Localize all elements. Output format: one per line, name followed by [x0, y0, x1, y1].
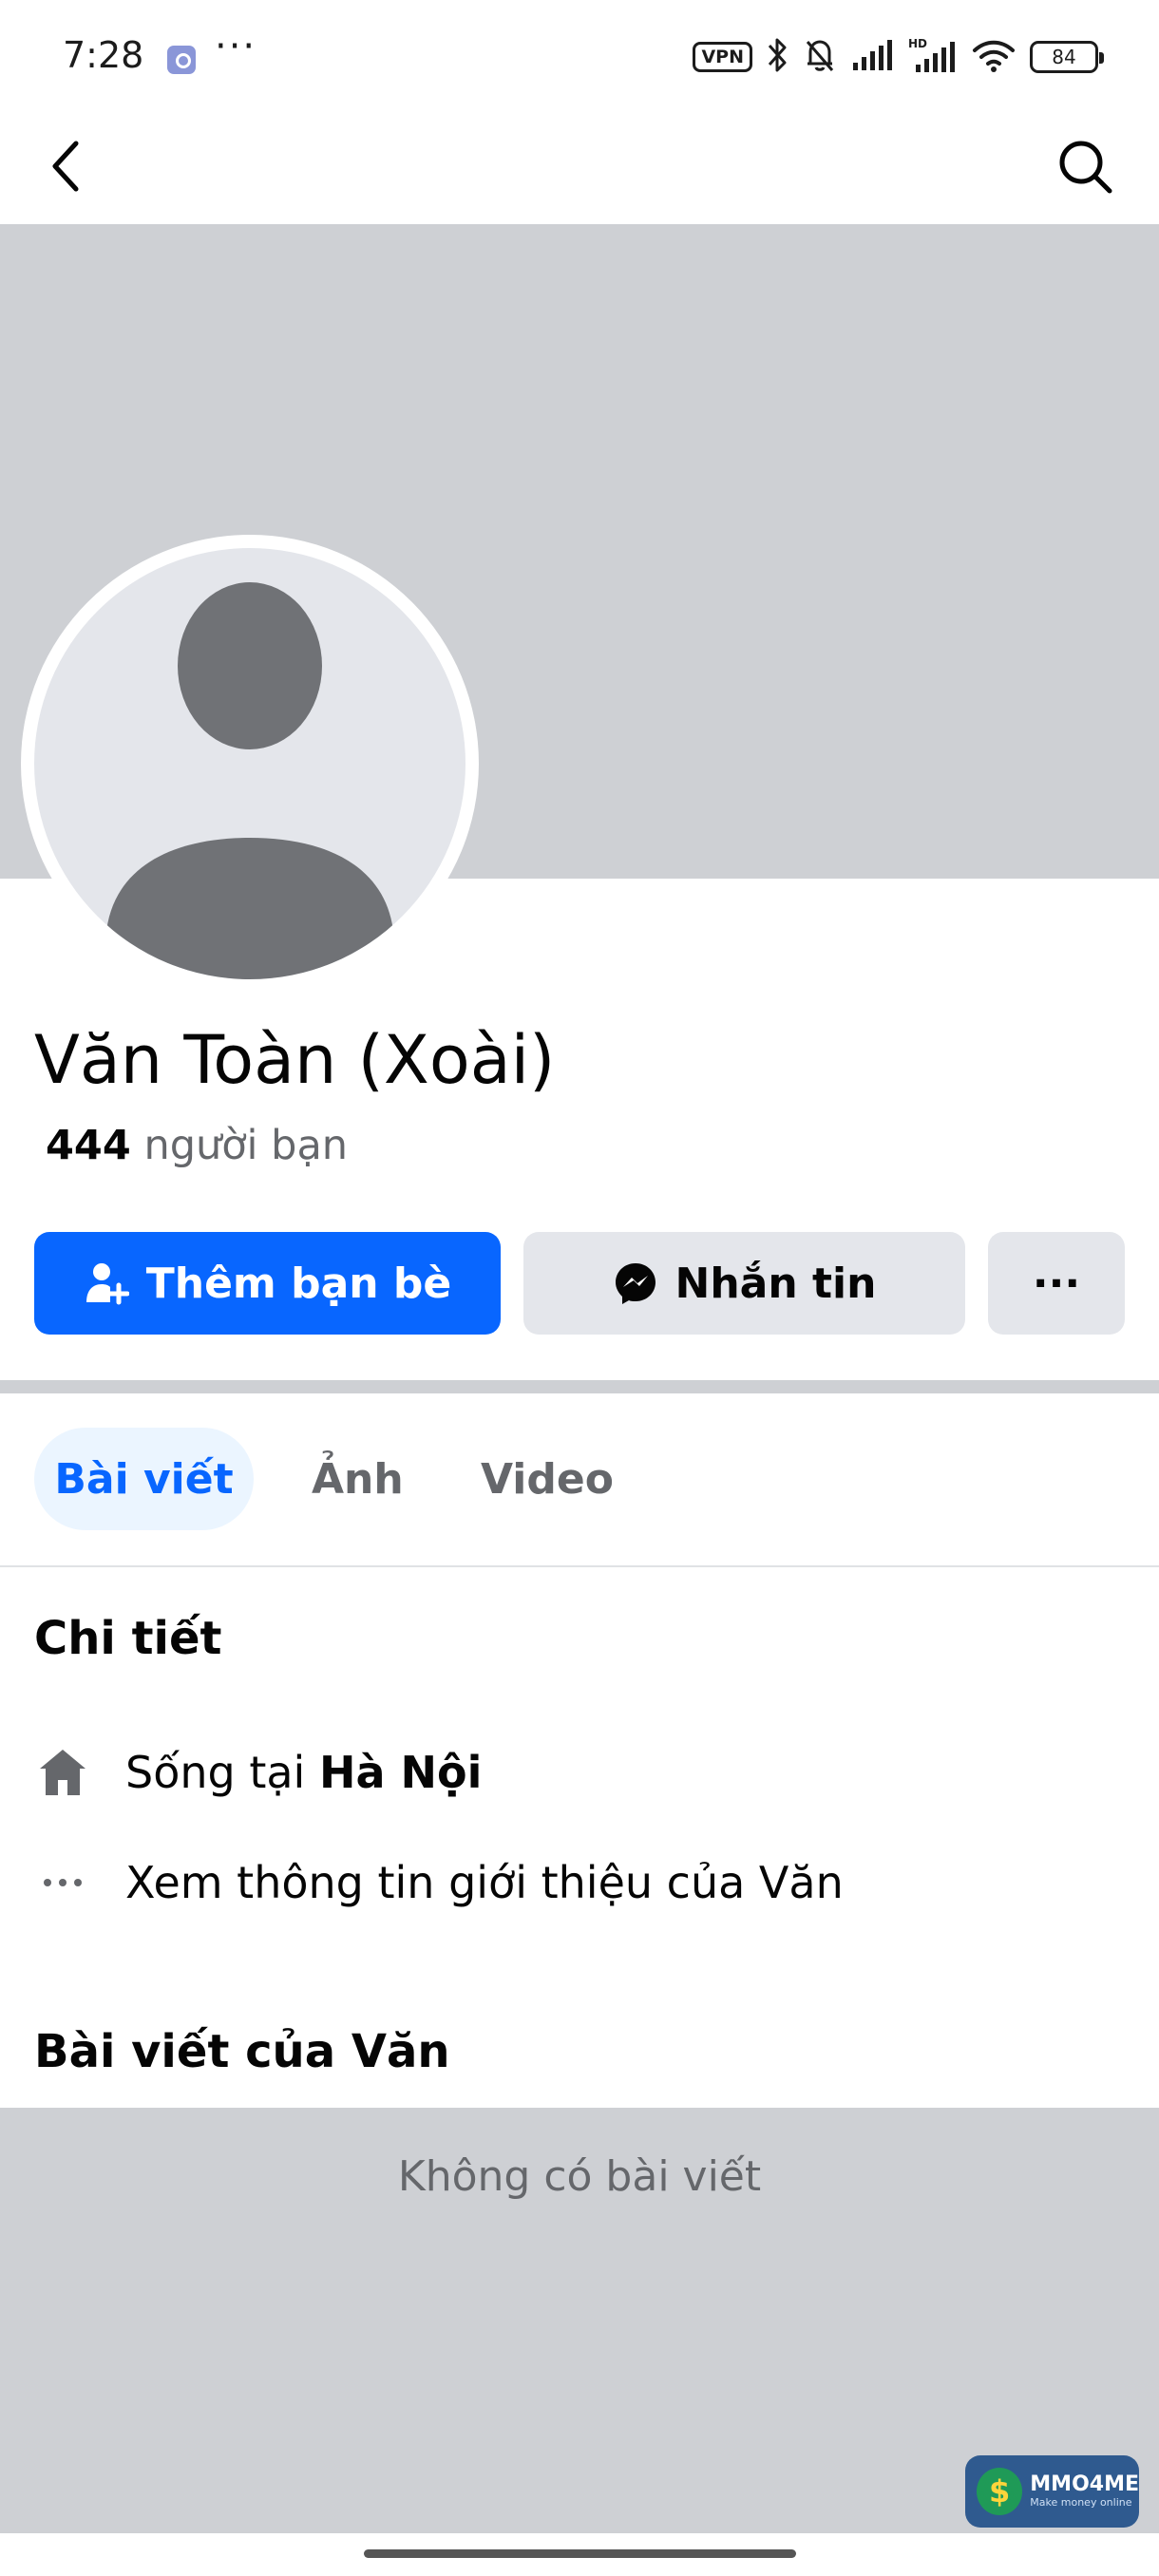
- search-icon: [1059, 141, 1112, 194]
- hd-signal-icon: HD: [908, 36, 958, 78]
- status-icons: VPN HD 84: [693, 36, 1104, 78]
- search-button[interactable]: [1049, 129, 1121, 203]
- status-overflow-icon: ···: [215, 25, 257, 68]
- wifi-icon: [971, 37, 1016, 77]
- messenger-icon: [615, 1263, 656, 1304]
- tab-posts[interactable]: Bài viết: [34, 1428, 254, 1530]
- back-button[interactable]: [38, 129, 95, 203]
- more-horizontal-icon: [34, 1854, 91, 1911]
- message-label: Nhắn tin: [674, 1259, 877, 1308]
- more-options-button[interactable]: ···: [988, 1232, 1125, 1335]
- tab-videos[interactable]: Video: [481, 1428, 614, 1530]
- friends-count-number: 444: [46, 1122, 131, 1169]
- dollar-coin-icon: $: [977, 2468, 1023, 2515]
- add-friend-icon: [86, 1263, 129, 1305]
- tab-photos[interactable]: Ảnh: [312, 1428, 404, 1530]
- app-notification-icon: [167, 46, 196, 74]
- chevron-left-icon: [52, 141, 79, 192]
- detail-see-about[interactable]: Xem thông tin giới thiệu của Văn: [34, 1854, 844, 1911]
- message-button[interactable]: Nhắn tin: [523, 1232, 965, 1335]
- profile-name: Văn Toàn (Xoài): [34, 1021, 556, 1099]
- see-about-label: Xem thông tin giới thiệu của Văn: [125, 1857, 844, 1908]
- home-icon: [34, 1744, 91, 1801]
- add-friend-button[interactable]: Thêm bạn bè: [34, 1232, 501, 1335]
- more-options-icon: ···: [1032, 1259, 1081, 1308]
- posts-heading: Bài viết của Văn: [34, 2025, 450, 2078]
- detail-lives-in: Sống tại Hà Nội: [34, 1744, 482, 1801]
- status-bar: 7:28 ··· VPN HD 84: [0, 0, 1159, 114]
- profile-avatar[interactable]: [34, 548, 466, 979]
- watermark-logo: $ MMO4ME Make money online: [965, 2455, 1139, 2528]
- default-person-icon: [105, 582, 394, 979]
- top-nav-bar: [0, 114, 1159, 224]
- section-divider: [0, 1380, 1159, 1393]
- no-posts-message: Không có bài viết: [397, 2152, 762, 2201]
- friends-count-label: người bạn: [143, 1122, 349, 1169]
- friends-count[interactable]: 444 người bạn: [46, 1122, 348, 1169]
- battery-icon: 84: [1030, 41, 1104, 73]
- add-friend-label: Thêm bạn bè: [145, 1259, 452, 1308]
- home-indicator[interactable]: [364, 2549, 796, 2558]
- lives-in-city[interactable]: Hà Nội: [319, 1747, 482, 1798]
- vpn-icon: VPN: [693, 42, 752, 72]
- lives-in-prefix: Sống tại: [125, 1747, 306, 1798]
- mute-bell-icon: [802, 36, 838, 78]
- details-heading: Chi tiết: [34, 1612, 222, 1665]
- status-time: 7:28: [63, 34, 144, 76]
- watermark-brand: MMO4ME: [1030, 2472, 1139, 2496]
- bluetooth-icon: [766, 36, 788, 78]
- svg-text:HD: HD: [908, 37, 927, 50]
- watermark-tagline: Make money online: [1030, 2496, 1132, 2509]
- tabs-divider: [0, 1565, 1159, 1567]
- signal-icon: [851, 38, 895, 76]
